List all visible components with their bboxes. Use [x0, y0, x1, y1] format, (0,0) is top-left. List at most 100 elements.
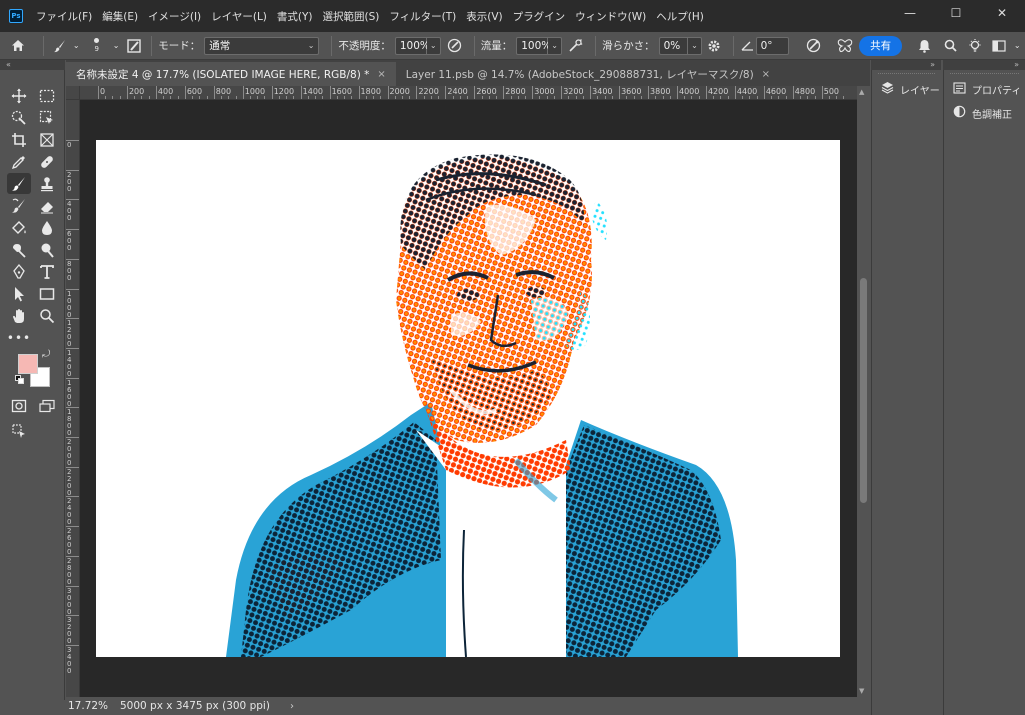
vertical-scroll-thumb[interactable] — [860, 278, 867, 503]
close-icon[interactable]: × — [762, 69, 770, 80]
chevron-down-icon[interactable]: ⌄ — [110, 32, 122, 60]
ruler-minor-tick — [720, 96, 722, 99]
frame-tool-icon[interactable] — [35, 129, 59, 150]
pen-tool-icon[interactable] — [7, 261, 31, 282]
airbrush-icon[interactable] — [562, 32, 589, 60]
brush-tip-icon — [94, 38, 100, 43]
burn-tool-icon[interactable] — [35, 239, 59, 260]
object-select-arrow-icon[interactable] — [35, 107, 59, 128]
smoothing-input[interactable]: 0% — [658, 36, 689, 55]
paint-bucket-tool-icon[interactable] — [7, 217, 31, 238]
menu-help[interactable]: ヘルプ(H) — [651, 9, 709, 24]
clone-stamp-tool-icon[interactable] — [35, 173, 59, 194]
search-icon[interactable] — [937, 32, 962, 60]
object-selection-tool-icon[interactable] — [7, 107, 31, 128]
menu-view[interactable]: 表示(V) — [461, 9, 507, 24]
eyedropper-tool-icon[interactable] — [7, 151, 31, 172]
toolbar-collapse-icon[interactable]: « — [0, 60, 65, 70]
menu-image[interactable]: イメージ(I) — [143, 9, 206, 24]
menu-layer[interactable]: レイヤー(L) — [206, 9, 272, 24]
chevron-right-icon[interactable]: › — [290, 701, 294, 712]
ruler-minor-tick — [843, 96, 845, 99]
brush-preset-icon[interactable] — [50, 32, 69, 60]
hand-tool-icon[interactable] — [7, 305, 31, 326]
flow-input[interactable]: 100% — [516, 36, 551, 55]
menu-edit[interactable]: 編集(E) — [97, 9, 143, 24]
document-canvas[interactable] — [96, 140, 840, 657]
pressure-opacity-icon[interactable] — [441, 32, 468, 60]
chevron-down-icon[interactable]: ⌄ — [1009, 32, 1025, 60]
brush-tool-icon[interactable] — [7, 173, 31, 194]
pressure-size-icon[interactable] — [797, 32, 830, 60]
panel-collapse-icon[interactable]: » — [871, 60, 941, 70]
move-tool-icon[interactable] — [7, 85, 31, 106]
horizontal-ruler[interactable]: 0 200 400 600 800 1000 1200 1400 1600 1800 2000 220… — [80, 86, 857, 100]
ruler-minor-tick — [640, 96, 642, 99]
more-tools-icon[interactable]: ••• — [7, 327, 31, 348]
path-selection-tool-icon[interactable] — [7, 283, 31, 304]
brush-size-picker[interactable]: 9 — [83, 32, 110, 60]
blur-tool-icon[interactable] — [35, 217, 59, 238]
gear-icon[interactable] — [702, 32, 727, 60]
eraser-tool-icon[interactable] — [35, 195, 59, 216]
maximize-button[interactable]: ☐ — [933, 0, 979, 26]
menu-window[interactable]: ウィンドウ(W) — [570, 9, 651, 24]
bell-icon[interactable] — [912, 32, 937, 60]
share-button[interactable]: 共有 — [859, 35, 903, 56]
vertical-scrollbar[interactable]: ▲ ▼ — [857, 86, 870, 697]
chevron-down-icon[interactable]: ⌄ — [69, 32, 83, 60]
ruler-minor-tick — [778, 96, 780, 99]
opacity-input[interactable]: 100% — [394, 36, 430, 55]
type-tool-icon[interactable] — [35, 261, 59, 282]
adjustments-panel-button[interactable]: 色調補正 — [944, 101, 1025, 125]
mode-select[interactable]: 通常 ⌄ — [204, 36, 320, 55]
dodge-tool-icon[interactable] — [7, 239, 31, 260]
smoothing-dropdown-icon[interactable]: ⌄ — [688, 36, 702, 55]
close-window-button[interactable]: ✕ — [979, 0, 1025, 26]
rectangle-tool-icon[interactable] — [35, 283, 59, 304]
angle-input[interactable]: 0° — [755, 36, 789, 55]
ruler-label: 1200 — [67, 319, 72, 349]
ruler-minor-tick — [626, 96, 628, 99]
ruler-minor-tick — [278, 96, 280, 99]
zoom-level[interactable]: 17.72% — [66, 700, 114, 712]
foreground-color-swatch[interactable] — [18, 354, 38, 374]
canvas-area[interactable] — [80, 100, 857, 697]
marquee-tool-icon[interactable] — [35, 85, 59, 106]
screen-mode-icon[interactable] — [35, 395, 59, 416]
tab-document-2[interactable]: Layer 11.psb @ 14.7% (AdobeStock_2908887… — [396, 62, 780, 86]
history-brush-tool-icon[interactable] — [7, 195, 31, 216]
workspace-icon[interactable] — [988, 32, 1009, 60]
swap-colors-icon[interactable]: ⤾ — [42, 349, 50, 360]
lightbulb-icon[interactable] — [963, 32, 988, 60]
ruler-minor-tick — [235, 96, 237, 99]
ruler-origin[interactable] — [66, 86, 80, 100]
opacity-dropdown-icon[interactable]: ⌄ — [426, 36, 441, 55]
layers-panel-button[interactable]: レイヤー — [872, 77, 941, 101]
default-colors-icon[interactable] — [15, 375, 25, 385]
scroll-down-icon[interactable]: ▼ — [859, 687, 864, 695]
menu-type[interactable]: 書式(Y) — [272, 9, 318, 24]
symmetry-butterfly-icon[interactable] — [830, 32, 859, 60]
healing-brush-tool-icon[interactable] — [35, 151, 59, 172]
properties-panel-button[interactable]: プロパティ — [944, 77, 1025, 101]
home-icon[interactable] — [0, 32, 37, 60]
panel-collapse-icon[interactable]: » — [943, 60, 1025, 70]
menu-filter[interactable]: フィルター(T) — [384, 9, 461, 24]
menu-select[interactable]: 選択範囲(S) — [318, 9, 385, 24]
menu-file[interactable]: ファイル(F) — [31, 9, 97, 24]
close-icon[interactable]: × — [377, 69, 385, 80]
scroll-up-icon[interactable]: ▲ — [859, 88, 864, 96]
ruler-minor-tick — [344, 96, 346, 99]
content-credentials-icon[interactable] — [7, 420, 31, 441]
menu-plugins[interactable]: プラグイン — [508, 9, 571, 24]
quick-mask-icon[interactable] — [7, 395, 31, 416]
flow-dropdown-icon[interactable]: ⌄ — [548, 36, 562, 55]
zoom-tool-icon[interactable] — [35, 305, 59, 326]
minimize-button[interactable]: — — [887, 0, 933, 26]
crop-tool-icon[interactable] — [7, 129, 31, 150]
brush-settings-panel-icon[interactable] — [122, 32, 145, 60]
ruler-label: 0 — [100, 87, 106, 96]
vertical-ruler[interactable]: 0 200 400 600 800 1000 1200 1400 1600 1800 2000 220… — [66, 100, 80, 697]
tab-document-1[interactable]: 名称未設定 4 @ 17.7% (ISOLATED IMAGE HERE, RG… — [66, 62, 396, 86]
